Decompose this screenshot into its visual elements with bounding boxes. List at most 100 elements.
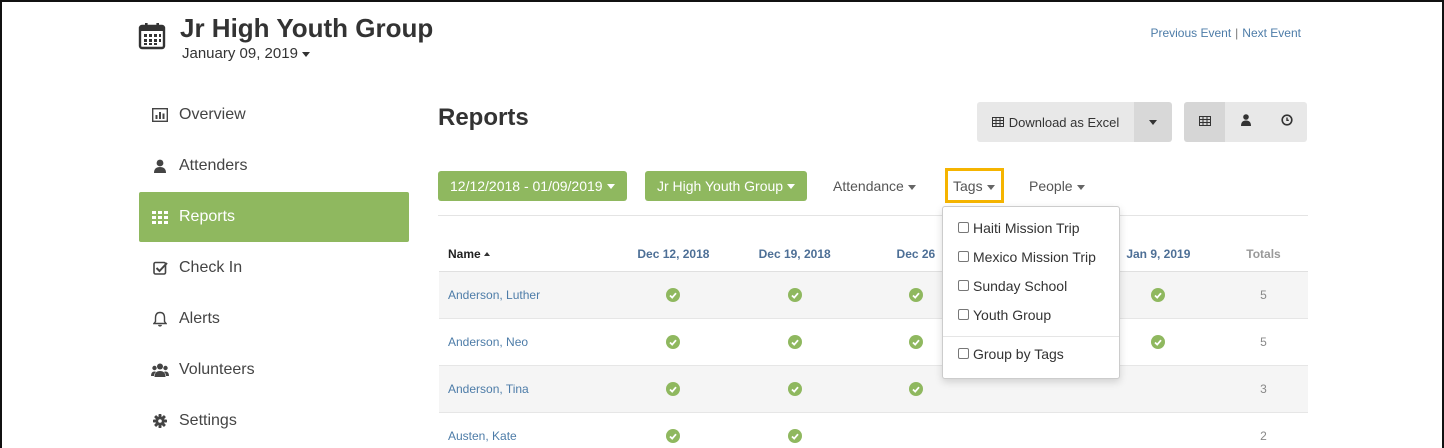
sidebar: Overview Attenders Reports Check In Aler… — [139, 90, 409, 447]
chevron-down-icon — [787, 183, 796, 189]
tag-option-haiti-mission-trip[interactable]: Haiti Mission Trip — [943, 213, 1119, 242]
event-nav-separator: | — [1235, 26, 1239, 40]
check-circle-icon — [1151, 288, 1166, 302]
sidebar-item-label: Overview — [179, 106, 246, 123]
calendar-icon — [138, 22, 166, 50]
table-body: Anderson, Luther 5 Anderson, Neo 5 Anderson,… — [439, 272, 1308, 448]
date-range-label: 12/12/2018 - 01/09/2019 — [450, 178, 603, 194]
sidebar-item-check-in[interactable]: Check In — [139, 243, 409, 293]
event-date-selector[interactable]: January 09, 2019 — [182, 45, 310, 62]
check-circle-icon — [787, 288, 802, 302]
attendance-cell — [734, 288, 855, 302]
dropdown-divider — [943, 336, 1119, 337]
check-circle-icon — [666, 288, 681, 302]
check-circle-icon — [908, 382, 923, 396]
view-toggle-group — [1184, 102, 1307, 142]
group-filter[interactable]: Jr High Youth Group — [645, 171, 808, 201]
user-icon — [151, 157, 169, 175]
table-header: Name Dec 12, 2018 Dec 19, 2018 Dec 26 Ja… — [439, 236, 1308, 272]
check-circle-icon — [787, 335, 802, 349]
attendance-cell — [855, 382, 976, 396]
attender-name-link[interactable]: Anderson, Tina — [439, 382, 613, 396]
sidebar-item-label: Attenders — [179, 157, 248, 174]
table-icon — [1198, 113, 1211, 131]
sidebar-item-attenders[interactable]: Attenders — [139, 141, 409, 191]
sidebar-item-label: Check In — [179, 259, 243, 276]
event-title: Jr High Youth Group — [180, 13, 434, 43]
bell-icon — [151, 310, 169, 328]
table-row: Austen, Kate 2 — [439, 413, 1308, 448]
event-date-label: January 09, 2019 — [182, 45, 298, 62]
attendance-table: Name Dec 12, 2018 Dec 19, 2018 Dec 26 Ja… — [439, 236, 1308, 448]
sidebar-item-volunteers[interactable]: Volunteers — [139, 345, 409, 395]
sidebar-item-settings[interactable]: Settings — [139, 396, 409, 446]
group-by-tags-label: Group by Tags — [973, 345, 1064, 362]
filter-divider — [438, 215, 1308, 216]
users-icon — [151, 361, 169, 379]
gear-icon — [151, 412, 169, 430]
date-range-filter[interactable]: 12/12/2018 - 01/09/2019 — [438, 171, 627, 201]
attender-name-link[interactable]: Austen, Kate — [439, 429, 613, 443]
attendance-cell — [613, 382, 734, 396]
people-filter[interactable]: People — [1029, 178, 1085, 194]
name-column-header[interactable]: Name — [439, 247, 613, 261]
tag-option-sunday-school[interactable]: Sunday School — [943, 271, 1119, 300]
attendance-cell — [613, 288, 734, 302]
total-cell: 2 — [1260, 429, 1267, 443]
attender-name-link[interactable]: Anderson, Luther — [439, 288, 613, 302]
person-view-button[interactable] — [1225, 102, 1266, 142]
download-options-toggle[interactable] — [1134, 102, 1172, 142]
tag-option-label: Youth Group — [973, 306, 1052, 323]
previous-event-link[interactable]: Previous Event — [1150, 26, 1231, 40]
time-view-button[interactable] — [1266, 102, 1307, 142]
tag-option-youth-group[interactable]: Youth Group — [943, 300, 1119, 329]
app-frame: Jr High Youth Group January 09, 2019 Pre… — [0, 0, 1444, 448]
group-filter-label: Jr High Youth Group — [657, 178, 784, 194]
total-cell: 5 — [1260, 335, 1267, 349]
attender-name-link[interactable]: Anderson, Neo — [439, 335, 613, 349]
tags-dropdown-menu: Haiti Mission Trip Mexico Mission Trip S… — [942, 206, 1120, 379]
chevron-down-icon — [907, 184, 916, 190]
chevron-down-icon — [1149, 119, 1157, 125]
tag-option-mexico-mission-trip[interactable]: Mexico Mission Trip — [943, 242, 1119, 271]
checkbox[interactable] — [958, 251, 969, 262]
sort-asc-icon — [483, 252, 490, 257]
attendance-cell — [734, 382, 855, 396]
sidebar-item-alerts[interactable]: Alerts — [139, 294, 409, 344]
attendance-cell — [734, 429, 855, 443]
sidebar-item-label: Alerts — [179, 310, 220, 327]
date-column-header: Dec 12, 2018 — [637, 246, 710, 261]
check-circle-icon — [787, 429, 802, 443]
table-row: Anderson, Neo 5 — [439, 319, 1308, 366]
download-excel-button[interactable]: Download as Excel — [977, 102, 1134, 142]
table-row: Anderson, Luther 5 — [439, 272, 1308, 319]
group-by-tags-option[interactable]: Group by Tags — [943, 339, 1119, 368]
download-excel-label: Download as Excel — [1008, 114, 1120, 130]
download-button-group: Download as Excel — [977, 102, 1172, 142]
sidebar-item-reports[interactable]: Reports — [139, 192, 409, 242]
check-circle-icon — [908, 335, 923, 349]
bar-chart-icon — [151, 106, 169, 124]
event-nav: Previous Event | Next Event — [1150, 26, 1301, 40]
check-circle-icon — [787, 382, 802, 396]
checkbox[interactable] — [958, 280, 969, 291]
next-event-link[interactable]: Next Event — [1242, 26, 1301, 40]
date-column-header: Dec 19, 2018 — [758, 246, 831, 261]
total-cell: 3 — [1260, 382, 1267, 396]
chevron-down-icon — [606, 183, 615, 189]
clock-icon — [1280, 113, 1293, 131]
sidebar-item-label: Reports — [179, 208, 236, 225]
grid-view-button[interactable] — [1184, 102, 1225, 142]
tags-filter-label: Tags — [953, 178, 983, 194]
attendance-filter[interactable]: Attendance — [833, 178, 916, 194]
tags-filter[interactable]: Tags — [953, 178, 995, 194]
checkbox[interactable] — [958, 348, 969, 359]
sidebar-item-label: Settings — [179, 412, 237, 429]
checkbox[interactable] — [958, 222, 969, 233]
user-icon — [1240, 113, 1251, 131]
sidebar-item-overview[interactable]: Overview — [139, 90, 409, 140]
totals-column-header: Totals — [1246, 246, 1281, 261]
attendance-cell — [734, 335, 855, 349]
tag-option-label: Mexico Mission Trip — [973, 248, 1096, 265]
checkbox[interactable] — [958, 309, 969, 320]
